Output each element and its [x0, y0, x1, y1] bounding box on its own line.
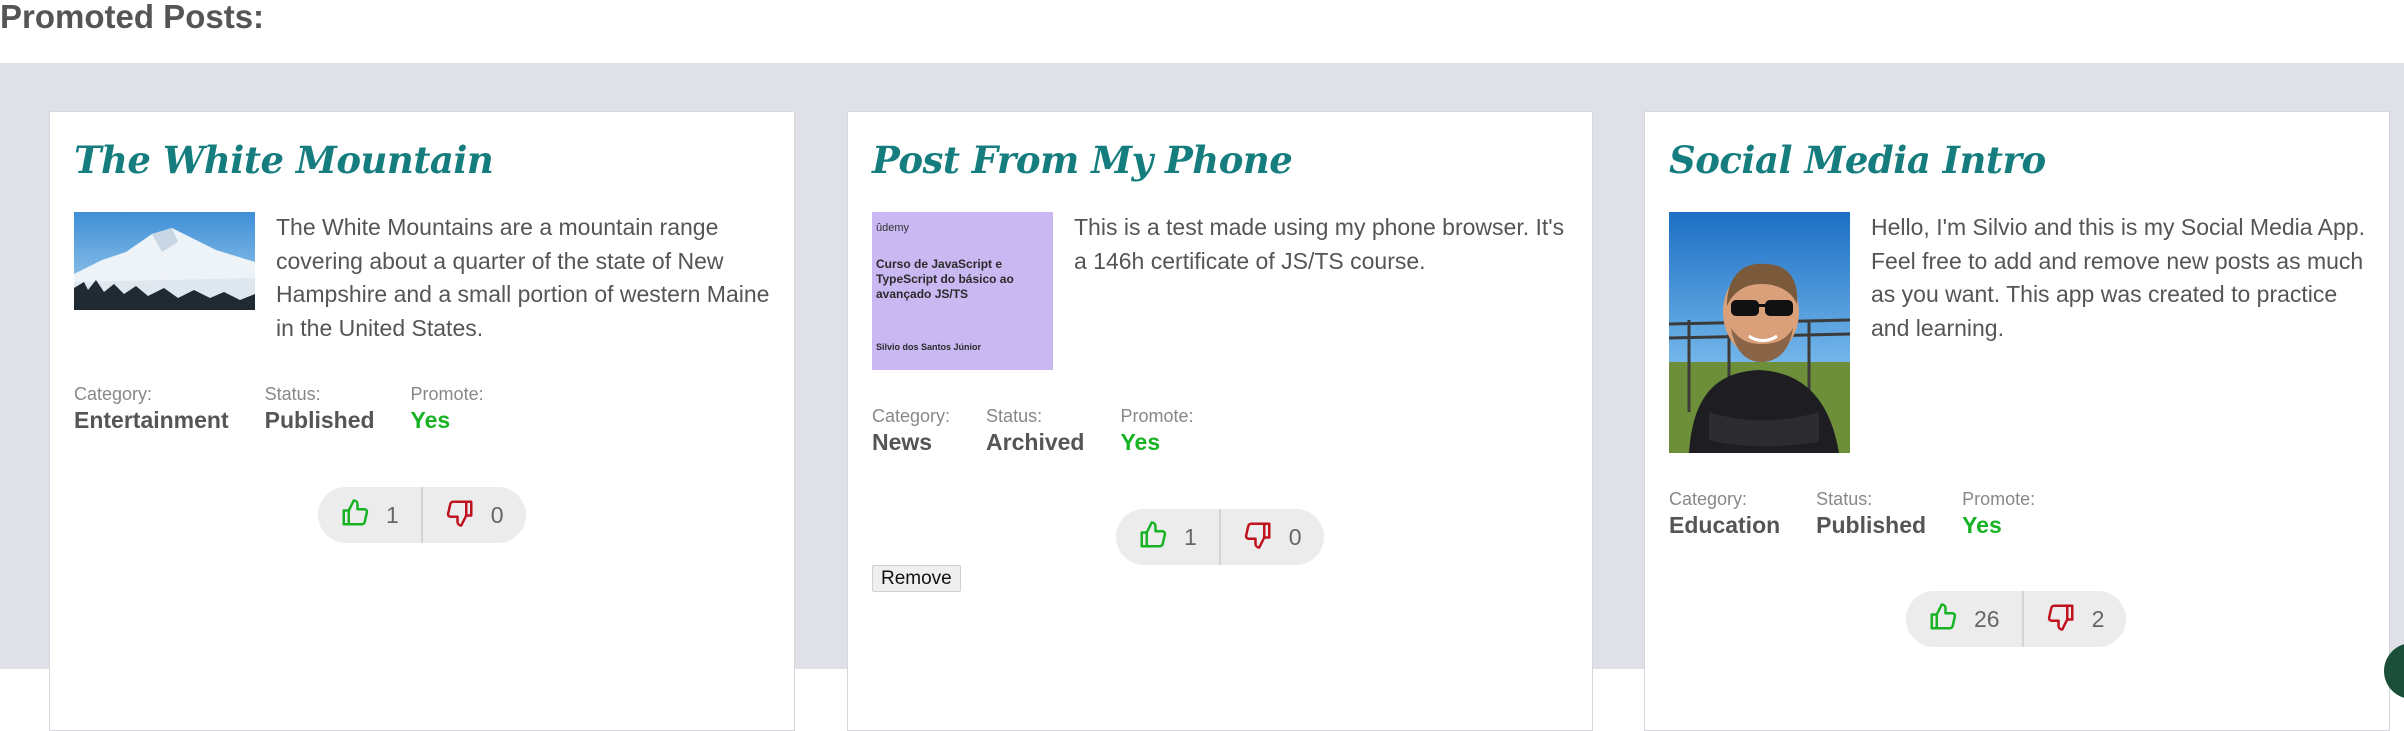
like-count: 1 [1184, 523, 1197, 550]
post-meta: Category: Entertainment Status: Publishe… [74, 383, 520, 435]
dislike-count: 0 [490, 501, 504, 528]
post-title: Social Media Intro [1669, 138, 2046, 182]
certificate-course: Curso de JavaScript e TypeScript do bási… [876, 257, 1014, 301]
post-text: The White Mountains are a mountain range… [276, 214, 770, 341]
dislike-button[interactable]: 2 [2024, 591, 2127, 647]
post-card: Post From My Phone ûdemy Curso de JavaSc… [847, 111, 1593, 731]
thumbs-up-icon [340, 498, 370, 533]
thumbs-down-icon [445, 498, 475, 533]
post-meta: Category: Education Status: Published Pr… [1669, 488, 2071, 540]
promote-value: Yes [1962, 512, 2002, 538]
certificate-student: Silvio dos Santos Júnior [876, 342, 982, 352]
post-title: Post From My Phone [872, 138, 1293, 182]
promoted-posts-board: The White Mountain The White Mountains a… [0, 63, 2404, 731]
promote-value: Yes [1120, 429, 1161, 455]
dislike-button[interactable]: 0 [423, 487, 526, 543]
category-label: Category: [1669, 489, 1748, 509]
thumbs-up-icon [1138, 520, 1168, 555]
dislike-count: 2 [2091, 605, 2105, 632]
remove-button[interactable]: Remove [872, 565, 961, 592]
promote-label: Promote: [1120, 406, 1194, 426]
promote-label: Promote: [410, 384, 484, 404]
dislike-button[interactable]: 0 [1221, 509, 1324, 565]
vote-bar: 1 0 [318, 487, 526, 543]
category-label: Category: [74, 384, 153, 404]
status-value: Published [264, 407, 375, 433]
page-title: Promoted Posts: [0, 0, 265, 35]
like-count: 26 [1974, 605, 2000, 632]
post-card: The White Mountain The White Mountains a… [49, 111, 795, 731]
thumbs-down-icon [1243, 520, 1273, 555]
promote-value: Yes [410, 407, 451, 433]
status-label: Status: [1816, 489, 1873, 509]
post-image-certificate: ûdemy Curso de JavaScript e TypeScript d… [872, 212, 1053, 370]
post-image-profile [1669, 212, 1850, 453]
vote-bar: 1 0 [1116, 509, 1324, 565]
post-title: The White Mountain [74, 138, 494, 182]
category-value: Entertainment [74, 407, 229, 433]
like-button[interactable]: 1 [318, 487, 421, 543]
status-label: Status: [986, 406, 1043, 426]
status-label: Status: [264, 384, 321, 404]
post-text: This is a test made using my phone brows… [1074, 214, 1565, 274]
category-label: Category: [872, 406, 951, 426]
like-button[interactable]: 1 [1116, 509, 1219, 565]
status-value: Published [1816, 512, 1927, 538]
post-meta: Category: News Status: Archived Promote:… [872, 405, 1230, 457]
like-count: 1 [386, 501, 399, 528]
thumbs-down-icon [2046, 602, 2076, 637]
post-card: Social Media Intro Hello, I'm Silvio and… [1644, 111, 2390, 731]
category-value: News [872, 429, 933, 455]
post-text: Hello, I'm Silvio and this is my Social … [1871, 214, 2365, 341]
certificate-brand: ûdemy [876, 222, 910, 234]
thumbs-up-icon [1928, 602, 1958, 637]
promote-label: Promote: [1962, 489, 2036, 509]
dislike-count: 0 [1288, 523, 1302, 550]
vote-bar: 26 2 [1906, 591, 2127, 647]
status-value: Archived [986, 429, 1085, 455]
like-button[interactable]: 26 [1906, 591, 2022, 647]
category-value: Education [1669, 512, 1781, 538]
post-image-mountain [74, 212, 255, 310]
